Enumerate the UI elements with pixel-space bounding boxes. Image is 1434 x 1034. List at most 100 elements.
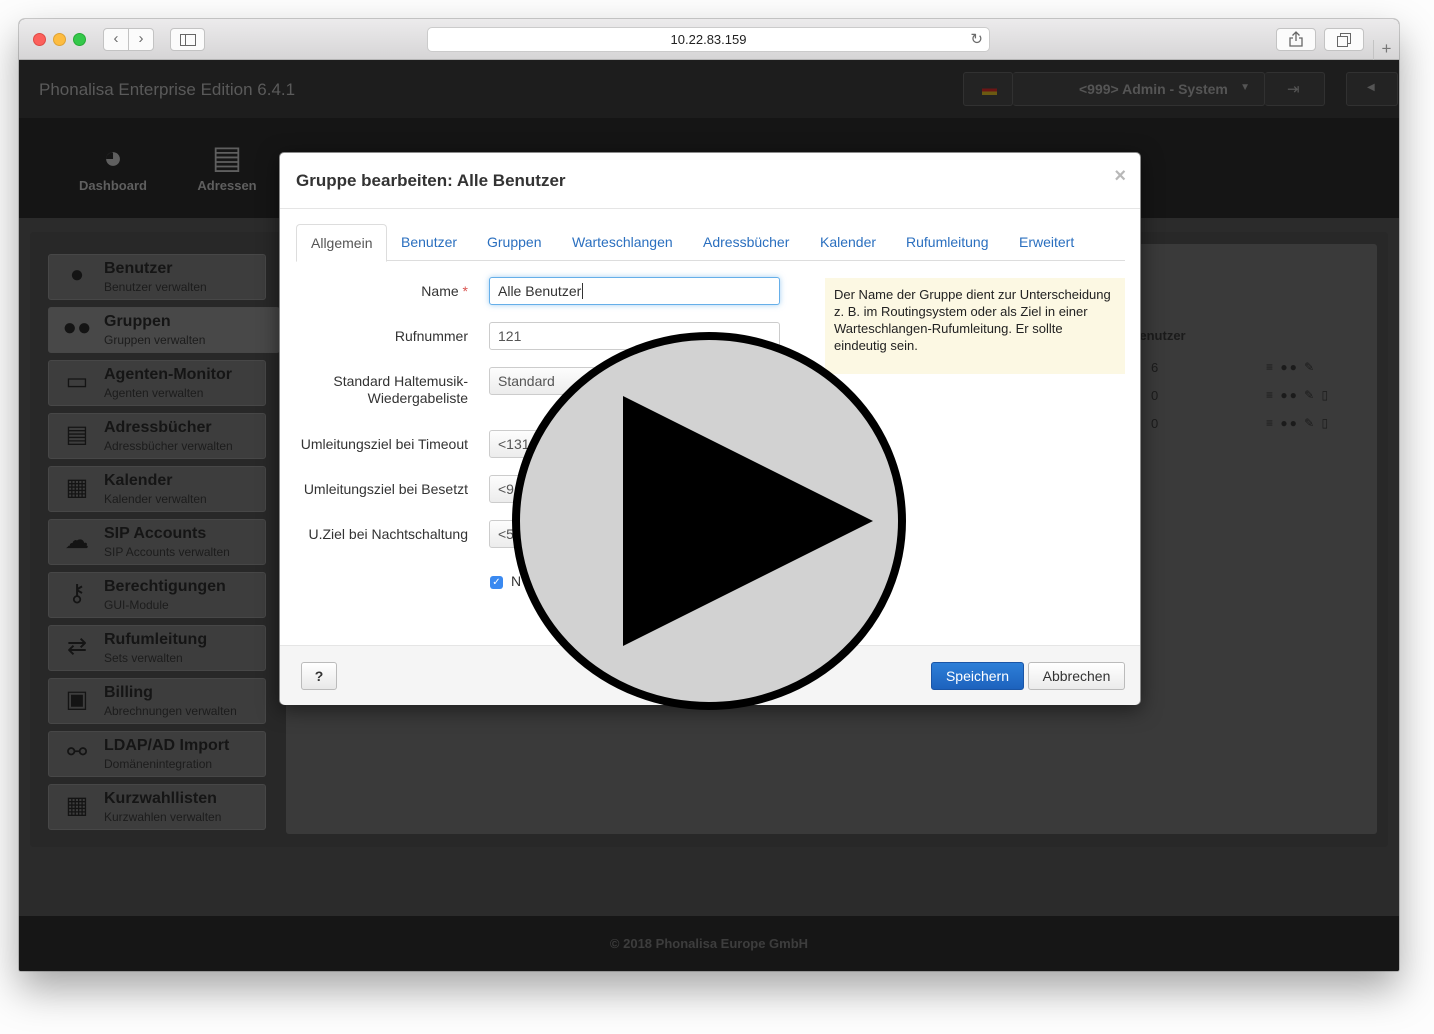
play-icon: [512, 332, 906, 710]
user-select-label: <999> Admin - System: [1079, 81, 1228, 97]
sidebar-item-subtitle: Kurzwahlen verwalten: [104, 810, 222, 824]
tab-benutzer[interactable]: Benutzer: [387, 224, 471, 261]
moh-label: Standard Haltemusik- Wiedergabeliste: [288, 373, 468, 407]
tab-gruppen[interactable]: Gruppen: [473, 224, 555, 261]
sidebar-item-title: Berechtigungen: [104, 578, 226, 595]
sidebar-item-subtitle: Gruppen verwalten: [104, 333, 206, 347]
sidebar-item-agenten-monitor[interactable]: ▭ Agenten-Monitor Agenten verwalten: [48, 360, 266, 406]
book-icon: ▤: [65, 421, 89, 448]
sidebar-item-subtitle: Abrechnungen verwalten: [104, 704, 237, 718]
tab-warteschlangen[interactable]: Warteschlangen: [558, 224, 687, 261]
chevron-right-icon: ›: [138, 30, 144, 47]
tabs-overview-button[interactable]: [1324, 28, 1364, 51]
timeout-label: Umleitungsziel bei Timeout: [300, 436, 468, 452]
sidebar-item-berechtigungen[interactable]: ⚷ Berechtigungen GUI-Module: [48, 572, 266, 618]
user-icon: ●: [69, 261, 85, 288]
monitor-icon: ▭: [65, 368, 89, 395]
brand-title: Phonalisa Enterprise Edition 6.4.1: [39, 80, 296, 99]
logout-button[interactable]: ⇥: [1265, 72, 1325, 106]
row-action-icons[interactable]: ≡ ●● ✎ ▯: [1266, 388, 1330, 402]
plus-icon: +: [1381, 39, 1392, 58]
tab-allgemein[interactable]: Allgemein: [296, 224, 388, 262]
group-icon: ●●: [62, 314, 92, 341]
night-checkbox[interactable]: ✓: [490, 576, 503, 589]
sidebar-toggle-button[interactable]: [170, 28, 205, 51]
night-label: U.Ziel bei Nachtschaltung: [308, 526, 468, 542]
sidebar-item-subtitle: SIP Accounts verwalten: [104, 545, 230, 559]
sidebar-item-benutzer[interactable]: ● Benutzer Benutzer verwalten: [48, 254, 266, 300]
new-tab-button[interactable]: +: [1373, 40, 1399, 60]
sidebar-item-sip-accounts[interactable]: ☁ SIP Accounts SIP Accounts verwalten: [48, 519, 266, 565]
sidebar-item-kurzwahllisten[interactable]: ▦ Kurzwahllisten Kurzwahlen verwalten: [48, 784, 266, 830]
sidebar-item-title: Agenten-Monitor: [104, 366, 232, 383]
modal-header-divider: [280, 208, 1140, 209]
sidebar-item-title: Billing: [104, 684, 153, 701]
play-overlay[interactable]: [511, 332, 907, 710]
name-input[interactable]: Alle Benutzer: [489, 277, 780, 305]
dashboard-icon: ◕: [103, 139, 123, 175]
language-button[interactable]: [963, 72, 1013, 106]
share-button[interactable]: [1276, 28, 1316, 51]
forward-button[interactable]: ›: [128, 28, 154, 51]
modal-title: Gruppe bearbeiten: Alle Benutzer: [296, 171, 566, 190]
sidebar-item-billing[interactable]: ▣ Billing Abrechnungen verwalten: [48, 678, 266, 724]
sidebar-item-subtitle: Kalender verwalten: [104, 492, 207, 506]
top-navbar: Phonalisa Enterprise Edition 6.4.1 <999>…: [19, 60, 1399, 118]
nav-dashboard-label: Dashboard: [79, 178, 147, 193]
moh-label-line2: Wiedergabeliste: [367, 390, 468, 406]
tab-adressbuecher[interactable]: Adressbücher: [689, 224, 803, 261]
retweet-icon: ⇄: [66, 633, 88, 660]
zoom-window-button[interactable]: [73, 33, 86, 46]
sidebar-item-title: Gruppen: [104, 313, 171, 330]
sidebar-item-subtitle: Benutzer verwalten: [104, 280, 207, 294]
sidebar-item-title: Rufumleitung: [104, 631, 208, 648]
cloud-icon: ☁: [65, 527, 89, 554]
check-icon: ✓: [492, 577, 501, 588]
sidebar-item-title: SIP Accounts: [104, 525, 207, 542]
sidebar-item-ldap-import[interactable]: ⚯ LDAP/AD Import Domänenintegration: [48, 731, 266, 777]
save-button[interactable]: Speichern: [931, 662, 1024, 690]
text-cursor: [582, 283, 584, 299]
nav-adressen-label: Adressen: [197, 178, 257, 193]
collapse-button[interactable]: ◀: [1346, 72, 1398, 106]
row-action-icons[interactable]: ≡ ●● ✎: [1266, 360, 1316, 374]
sidebar-item-title: LDAP/AD Import: [104, 737, 230, 754]
sidebar-item-subtitle: Agenten verwalten: [104, 386, 204, 400]
sidebar-item-title: Kalender: [104, 472, 173, 489]
sidebar-item-rufumleitung[interactable]: ⇄ Rufumleitung Sets verwalten: [48, 625, 266, 671]
sidebar-item-adressbuecher[interactable]: ▤ Adressbücher Adressbücher verwalten: [48, 413, 266, 459]
tab-kalender[interactable]: Kalender: [806, 224, 890, 261]
reload-icon[interactable]: ↻: [970, 28, 983, 52]
row-action-icons[interactable]: ≡ ●● ✎ ▯: [1266, 416, 1330, 430]
nav-adressen[interactable]: ▤ Adressen: [172, 138, 282, 193]
address-bar[interactable]: 10.22.83.159 ↻: [427, 27, 990, 52]
moh-label-line1: Standard Haltemusik-: [333, 373, 468, 389]
sidebar-item-subtitle: Adressbücher verwalten: [104, 439, 233, 453]
back-button[interactable]: ‹: [103, 28, 129, 51]
cancel-button[interactable]: Abbrechen: [1028, 662, 1125, 690]
user-select[interactable]: <999> Admin - System ▼: [1013, 72, 1265, 106]
minimize-window-button[interactable]: [53, 33, 66, 46]
sidebar-item-subtitle: GUI-Module: [104, 598, 169, 612]
number-label: Rufnummer: [394, 328, 468, 344]
page-footer: © 2018 Phonalisa Europe GmbH: [19, 916, 1399, 971]
calendar-icon: ▦: [65, 474, 89, 501]
browser-toolbar: ‹ › 10.22.83.159 ↻ +: [19, 19, 1399, 60]
tab-rufumleitung[interactable]: Rufumleitung: [892, 224, 1003, 261]
sidebar-item-kalender[interactable]: ▦ Kalender Kalender verwalten: [48, 466, 266, 512]
tab-erweitert[interactable]: Erweitert: [1005, 224, 1088, 261]
sidebar-icon: [179, 34, 196, 46]
sidebar-item-title: Kurzwahllisten: [104, 790, 217, 807]
name-label: Name *: [288, 283, 468, 300]
nav-dashboard[interactable]: ◕ Dashboard: [58, 138, 168, 193]
help-button[interactable]: ?: [301, 662, 337, 690]
caret-left-icon: ◀: [1367, 82, 1375, 93]
caret-down-icon: ▼: [1240, 82, 1250, 93]
close-icon[interactable]: ×: [1114, 165, 1126, 188]
sidebar-item-gruppen[interactable]: ●● Gruppen Gruppen verwalten: [48, 307, 280, 353]
modal-tabs: Allgemein Benutzer Gruppen Warteschlange…: [296, 224, 1125, 262]
close-window-button[interactable]: [33, 33, 46, 46]
sidebar-item-subtitle: Sets verwalten: [104, 651, 183, 665]
money-icon: ▣: [65, 686, 89, 713]
logout-icon: ⇥: [1287, 81, 1300, 98]
